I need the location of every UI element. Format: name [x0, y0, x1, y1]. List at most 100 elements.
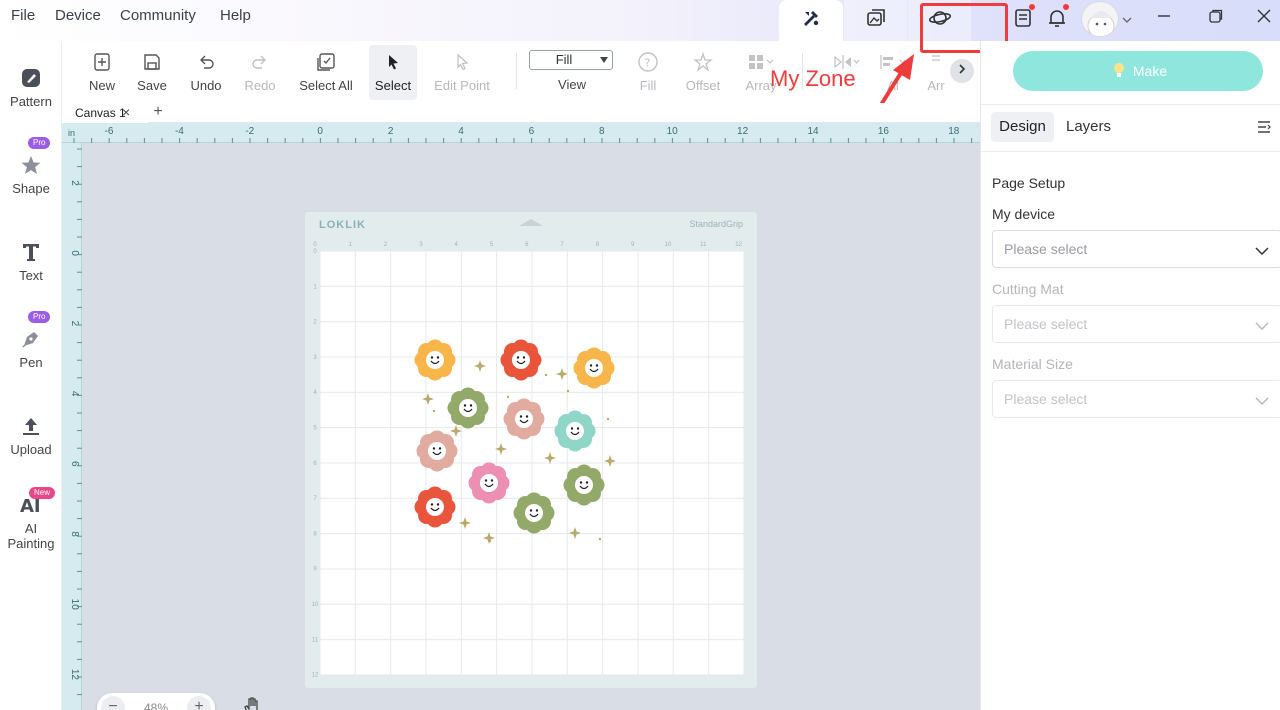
ai-painting-icon: AI New	[0, 487, 62, 517]
menu-community[interactable]: Community	[120, 7, 196, 24]
zoom-in-button[interactable]: +	[187, 696, 211, 710]
pro-badge: Pro	[28, 311, 51, 323]
ruler-tick-label: 12	[69, 669, 80, 681]
sidebar-item-label: Upload	[10, 442, 52, 457]
menu-help[interactable]: Help	[220, 7, 251, 24]
close-icon	[1257, 9, 1271, 28]
sparkle-dot	[488, 539, 492, 543]
ruler-tick-label: -4	[175, 126, 184, 137]
mat-tick-label: 0	[313, 242, 317, 248]
tab-layers[interactable]: Layers	[1066, 112, 1111, 142]
my-device-label: My device	[992, 206, 1056, 222]
sidebar-item-label: Painting	[7, 536, 55, 551]
ruler-tick-label: 12	[737, 126, 749, 137]
zoom-control: − 48% +	[97, 693, 215, 710]
tab-projects[interactable]	[843, 0, 907, 41]
select-button[interactable]: Select	[369, 45, 417, 100]
offset-button[interactable]: Offset	[684, 50, 722, 100]
chevron-down-icon[interactable]	[1122, 11, 1132, 29]
sidebar-item-shape[interactable]: Pro Shape	[0, 137, 62, 196]
close-button[interactable]	[1252, 6, 1276, 30]
edit-point-button[interactable]: Edit Point	[434, 50, 490, 100]
close-tab-icon[interactable]: ×	[122, 104, 130, 120]
task-list-icon[interactable]	[1010, 4, 1036, 30]
sparkle	[450, 425, 462, 437]
sparkle	[604, 455, 616, 467]
redo-icon	[242, 50, 278, 74]
mat-tick-label: 9	[631, 242, 635, 248]
sidebar-item-pattern[interactable]: Pattern	[0, 66, 62, 109]
sparkle-dot	[598, 537, 602, 541]
menu-file[interactable]: File	[11, 7, 35, 24]
ruler-tick-label: 10	[667, 126, 679, 137]
hand-pan-icon[interactable]	[242, 695, 264, 710]
my-device-select[interactable]: Please select	[992, 230, 1280, 268]
mat-tick-label: 2	[313, 320, 317, 326]
smiley-flower	[414, 339, 456, 381]
cutting-mat: LOKLIK StandardGrip 0 1 2 3 4 5 6 7 8 9 10 11 12 0 1 2 3…	[305, 212, 757, 688]
lightbulb-icon	[1109, 60, 1129, 83]
mat-grid[interactable]	[320, 251, 744, 675]
sidebar-item-upload[interactable]: Upload	[0, 414, 62, 457]
menu-device[interactable]: Device	[55, 7, 101, 24]
sidebar-item-label: Pattern	[10, 94, 52, 109]
dropdown-triangle-icon	[600, 57, 608, 63]
notification-dot	[1063, 4, 1069, 10]
material-size-label: Material Size	[992, 356, 1073, 372]
sidebar-item-pen[interactable]: Pro Pen	[0, 311, 62, 370]
mat-tick-label: 10	[665, 242, 672, 248]
ruler-tick-label: 2	[69, 321, 80, 327]
mat-tick-label: 7	[313, 496, 317, 502]
new-badge: New	[29, 487, 56, 499]
bell-icon[interactable]	[1044, 4, 1070, 30]
tab-design-space[interactable]	[779, 0, 843, 41]
tab-design[interactable]: Design	[991, 112, 1054, 142]
mat-tick-label: 3	[419, 242, 423, 248]
mat-tick-label: 3	[313, 355, 317, 361]
text-t-icon	[0, 240, 62, 264]
smiley-flower	[554, 410, 596, 452]
new-file-icon	[86, 50, 118, 74]
toolbar-scroll-right-button[interactable]	[950, 59, 974, 83]
fill-view-select[interactable]: Fill	[529, 50, 613, 70]
select-all-icon	[297, 50, 355, 74]
smiley-flower	[468, 462, 510, 504]
right-panel: Make Design Layers Page Setup My device …	[980, 41, 1280, 710]
divider	[516, 53, 517, 89]
mat-tick-label: 5	[313, 426, 317, 432]
arrange-button[interactable]: Arr	[924, 50, 948, 100]
sidebar-item-ai-painting[interactable]: AI New AI Painting	[0, 487, 62, 551]
ruler-left: 2 0 2 4 6 8 10 12	[62, 143, 82, 710]
material-size-select[interactable]: Please select	[992, 380, 1280, 418]
sparkle-dot	[544, 373, 548, 377]
undo-button[interactable]: Undo	[188, 50, 224, 100]
canvas-workspace[interactable]: in -6 -4 -2 0 2 4 6 8 10 12 14 16 18 2 0 2 4 6 8 10 12 LOKL…	[62, 123, 980, 710]
panel-collapse-icon[interactable]	[1257, 120, 1271, 139]
sparkle	[544, 452, 556, 464]
palette-icon	[0, 66, 62, 90]
smiley-flower	[513, 492, 555, 534]
sparkle	[569, 527, 581, 539]
smiley-flowers-design[interactable]	[320, 251, 744, 675]
redo-button[interactable]: Redo	[242, 50, 278, 100]
tab-canvas-1[interactable]: Canvas 1 ×	[62, 103, 148, 123]
avatar[interactable]	[1081, 1, 1119, 37]
save-button[interactable]: Save	[136, 50, 168, 100]
restore-button[interactable]	[1204, 6, 1228, 30]
make-button[interactable]: Make	[1013, 51, 1263, 91]
smiley-flower	[416, 430, 458, 472]
minimize-button[interactable]	[1152, 6, 1176, 30]
fill-button[interactable]: ? Fill	[632, 50, 664, 100]
sparkle-dot	[506, 395, 510, 399]
select-all-button[interactable]: Select All	[297, 50, 355, 100]
sidebar-item-label: Text	[19, 268, 43, 283]
chevron-down-icon	[1255, 393, 1269, 409]
sidebar-item-text[interactable]: Text	[0, 240, 62, 283]
ruler-tick-label: 0	[317, 126, 323, 137]
new-button[interactable]: New	[86, 50, 118, 100]
offset-star-icon	[684, 50, 722, 74]
restore-icon	[1209, 9, 1223, 28]
cutting-mat-select[interactable]: Please select	[992, 305, 1280, 343]
add-canvas-button[interactable]: +	[150, 103, 166, 121]
upload-icon	[0, 414, 62, 438]
